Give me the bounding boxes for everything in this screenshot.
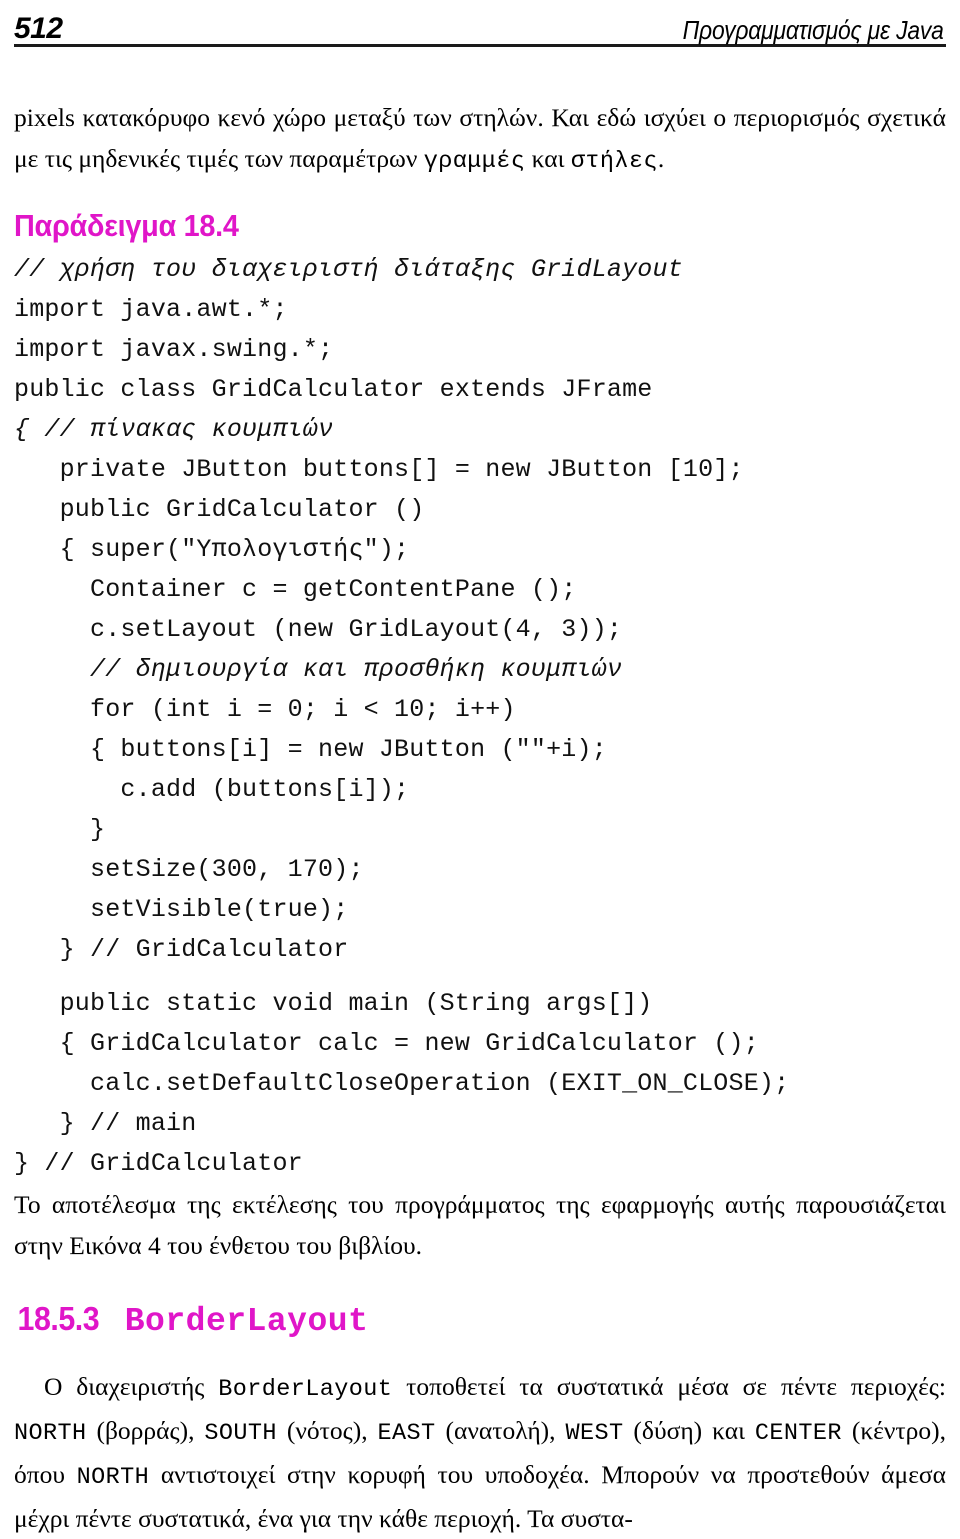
bl-code-west: WEST (565, 1420, 624, 1447)
code-line: public GridCalculator () (14, 494, 425, 524)
code-line: // χρήση του διαχειριστή διάταξης GridLa… (14, 254, 683, 284)
intro-code-cols: στήλες (570, 148, 658, 175)
code-line: calc.setDefaultCloseOperation (EXIT_ON_C… (14, 1068, 790, 1098)
intro-text-part2: και (525, 144, 571, 173)
code-line: } (14, 814, 106, 844)
running-title: Προγραμματισμός με Java (682, 15, 944, 45)
code-line: Container c = getContentPane (); (14, 574, 577, 604)
bl-code-east: EAST (377, 1420, 436, 1447)
code-line: c.setLayout (new GridLayout(4, 3)); (14, 614, 623, 644)
result-paragraph: Το αποτέλεσμα της εκτέλεσης του προγράμμ… (14, 1189, 946, 1260)
code-line: public class GridCalculator extends JFra… (14, 374, 653, 404)
running-header: 512 Προγραμματισμός με Java (14, 0, 946, 47)
code-line: for (int i = 0; i < 10; i++) (14, 694, 516, 724)
bl-code-center: CENTER (754, 1420, 842, 1447)
bl-text-8: αντιστοιχεί στην κορυφή του υποδοχέα. Μπ… (14, 1460, 947, 1533)
bl-code-south: SOUTH (204, 1420, 277, 1447)
code-line: { buttons[i] = new JButton (""+i); (14, 734, 607, 764)
bl-text-2: τοποθετεί τα συστατικά μέσα σε πέντε περ… (392, 1372, 946, 1401)
code-line: } // GridCalculator (14, 934, 349, 964)
code-line: c.add (buttons[i]); (14, 774, 410, 804)
section-heading: 18.5.3 BorderLayout (14, 1300, 946, 1341)
example-heading: Παράδειγμα 18.4 (14, 207, 239, 243)
bl-code-north-2: NORTH (76, 1464, 150, 1491)
bl-text-1: Ο διαχειριστής (44, 1372, 219, 1401)
code-line: public static void main (String args[]) (14, 988, 653, 1018)
code-line: { // πίνακας κουμπιών (14, 414, 334, 444)
document-page: 512 Προγραμματισμός με Java pixels κατακ… (0, 0, 960, 1533)
code-line: { GridCalculator calc = new GridCalculat… (14, 1028, 759, 1058)
bl-code-north: NORTH (14, 1420, 87, 1447)
section-number: 18.5.3 (17, 1299, 100, 1337)
intro-paragraph: pixels κατακόρυφο κενό χώρο μεταξύ των σ… (14, 97, 946, 182)
intro-text-part3: . (657, 144, 665, 173)
intro-code-rows: γραμμές (423, 148, 526, 175)
code-line: { super("Υπολογιστής"); (14, 534, 410, 564)
bl-text-6: (δύση) και (623, 1416, 755, 1445)
bl-text-3: (βορράς), (86, 1416, 205, 1445)
bl-text-5: (ανατολή), (435, 1416, 566, 1445)
code-line: setVisible(true); (14, 894, 349, 924)
page-number: 512 (14, 12, 63, 45)
code-line: import javax.swing.*; (14, 334, 334, 364)
code-line: // δημιουργία και προσθήκη κουμπιών (14, 654, 623, 684)
borderlayout-paragraph: Ο διαχειριστής BorderLayout τοποθετεί τα… (14, 1366, 946, 1539)
code-line: } // main (14, 1108, 197, 1138)
section-name: BorderLayout (124, 1302, 369, 1340)
bl-code-borderlayout: BorderLayout (218, 1376, 393, 1403)
code-line: import java.awt.*; (14, 294, 288, 324)
code-line: private JButton buttons[] = new JButton … (14, 454, 744, 484)
code-line: setSize(300, 170); (14, 854, 364, 884)
bl-text-4: (νότος), (276, 1416, 378, 1445)
code-line: } // GridCalculator (14, 1148, 303, 1178)
code-listing: // χρήση του διαχειριστή διάταξης GridLa… (14, 250, 946, 1184)
